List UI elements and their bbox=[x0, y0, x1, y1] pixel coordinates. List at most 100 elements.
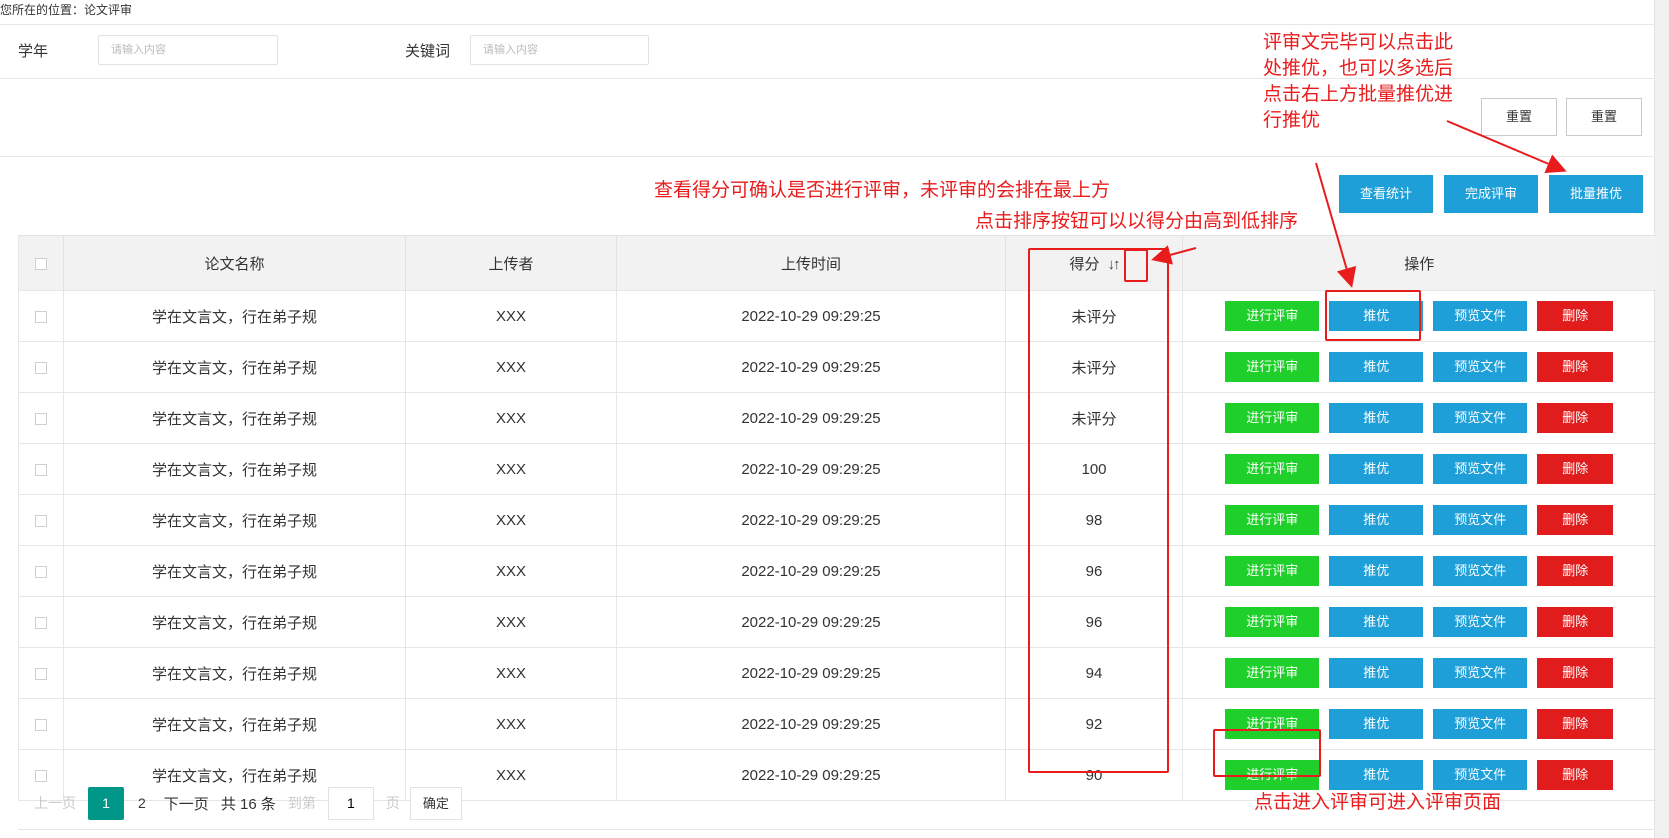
recommend-button[interactable]: 推优 bbox=[1329, 403, 1424, 433]
preview-file-button[interactable]: 预览文件 bbox=[1433, 709, 1528, 739]
row-checkbox[interactable] bbox=[35, 616, 47, 629]
recommend-button[interactable]: 推优 bbox=[1329, 658, 1424, 688]
delete-button[interactable]: 删除 bbox=[1537, 301, 1614, 331]
row-select-cell[interactable] bbox=[18, 647, 64, 699]
ops-cell: 进行评审 推优 预览文件 删除 bbox=[1182, 647, 1656, 699]
reset-button[interactable]: 重置 bbox=[1481, 98, 1557, 136]
goto-confirm-button[interactable]: 确定 bbox=[409, 786, 462, 820]
year-input[interactable] bbox=[98, 35, 278, 65]
batch-recommend-button[interactable]: 批量推优 bbox=[1549, 175, 1643, 213]
row-select-cell[interactable] bbox=[18, 290, 64, 342]
page-1-button[interactable]: 1 bbox=[88, 786, 124, 820]
breadcrumb: 您所在的位置：论文评审 bbox=[0, 0, 1669, 25]
row-select-cell[interactable] bbox=[18, 341, 64, 393]
uploader-cell: XXX bbox=[405, 341, 617, 393]
row-select-cell[interactable] bbox=[18, 443, 64, 495]
next-page-button[interactable]: 下一页 bbox=[164, 793, 209, 814]
table-row: 学在文言文，行在弟子规 XXX 2022-10-29 09:29:25 92 进行评审推… bbox=[18, 698, 1656, 750]
paper-name-cell: 学在文言文，行在弟子规 bbox=[63, 596, 406, 648]
header-time: 上传时间 bbox=[616, 235, 1006, 291]
paper-name-cell: 学在文言文，行在弟子规 bbox=[63, 494, 406, 546]
recommend-button[interactable]: 推优 bbox=[1329, 709, 1424, 739]
delete-button[interactable]: 删除 bbox=[1537, 505, 1614, 535]
total-count: 共 16 条 bbox=[220, 795, 276, 813]
review-button[interactable]: 进行评审 bbox=[1225, 301, 1320, 331]
preview-file-button[interactable]: 预览文件 bbox=[1433, 760, 1528, 790]
table-header: 论文名称 上传者 上传时间 得分 ↓↑ 操作 bbox=[18, 235, 1656, 291]
delete-button[interactable]: 删除 bbox=[1537, 607, 1614, 637]
row-checkbox[interactable] bbox=[35, 310, 47, 323]
recommend-button[interactable]: 推优 bbox=[1329, 556, 1424, 586]
recommend-button[interactable]: 推优 bbox=[1329, 505, 1424, 535]
ops-cell: 进行评审 推优 预览文件 删除 bbox=[1182, 341, 1656, 393]
preview-file-button[interactable]: 预览文件 bbox=[1433, 301, 1528, 331]
upload-time-cell: 2022-10-29 09:29:25 bbox=[616, 545, 1006, 597]
recommend-button[interactable]: 推优 bbox=[1329, 454, 1424, 484]
recommend-annotation: 评审文完毕可以点击此 处推优，也可以多选后 点击右上方批量推优进 行推优 bbox=[1263, 30, 1453, 134]
delete-button[interactable]: 删除 bbox=[1537, 658, 1614, 688]
ops-cell: 进行评审 推优 预览文件 删除 bbox=[1182, 443, 1656, 495]
review-button[interactable]: 进行评审 bbox=[1225, 556, 1320, 586]
recommend-button[interactable]: 推优 bbox=[1329, 352, 1424, 382]
upload-time-cell: 2022-10-29 09:29:25 bbox=[616, 698, 1006, 750]
select-all-checkbox[interactable] bbox=[35, 257, 47, 270]
review-button[interactable]: 进行评审 bbox=[1225, 352, 1320, 382]
goto-page-input[interactable] bbox=[327, 786, 374, 820]
recommend-annotation-line: 处推优，也可以多选后 bbox=[1263, 58, 1454, 79]
ops-cell: 进行评审 推优 预览文件 删除 bbox=[1182, 392, 1656, 444]
row-checkbox[interactable] bbox=[35, 565, 47, 578]
page-unit-label: 页 bbox=[385, 795, 400, 811]
vertical-scrollbar[interactable] bbox=[1654, 0, 1669, 838]
row-checkbox[interactable] bbox=[35, 769, 47, 782]
delete-button[interactable]: 删除 bbox=[1537, 709, 1614, 739]
select-all-cell[interactable] bbox=[18, 235, 64, 291]
preview-file-button[interactable]: 预览文件 bbox=[1433, 658, 1528, 688]
upload-time-cell: 2022-10-29 09:29:25 bbox=[616, 341, 1006, 393]
row-checkbox[interactable] bbox=[35, 412, 47, 425]
paper-name-cell: 学在文言文，行在弟子规 bbox=[63, 290, 406, 342]
preview-file-button[interactable]: 预览文件 bbox=[1433, 454, 1528, 484]
table-row: 学在文言文，行在弟子规 XXX 2022-10-29 09:29:25 96 进行评审推… bbox=[18, 596, 1656, 648]
row-checkbox[interactable] bbox=[35, 667, 47, 680]
row-select-cell[interactable] bbox=[18, 392, 64, 444]
recommend-button[interactable]: 推优 bbox=[1329, 760, 1424, 790]
upload-time-cell: 2022-10-29 09:29:25 bbox=[616, 647, 1006, 699]
uploader-cell: XXX bbox=[405, 443, 617, 495]
view-stats-button[interactable]: 查看统计 bbox=[1339, 175, 1433, 213]
review-button[interactable]: 进行评审 bbox=[1225, 607, 1320, 637]
review-button[interactable]: 进行评审 bbox=[1225, 658, 1320, 688]
delete-button[interactable]: 删除 bbox=[1537, 352, 1614, 382]
row-checkbox[interactable] bbox=[35, 718, 47, 731]
header-uploader: 上传者 bbox=[405, 235, 617, 291]
preview-file-button[interactable]: 预览文件 bbox=[1433, 607, 1528, 637]
preview-file-button[interactable]: 预览文件 bbox=[1433, 352, 1528, 382]
paper-name-cell: 学在文言文，行在弟子规 bbox=[63, 392, 406, 444]
delete-button[interactable]: 删除 bbox=[1537, 760, 1614, 790]
preview-file-button[interactable]: 预览文件 bbox=[1433, 403, 1528, 433]
prev-page-button[interactable]: 上一页 bbox=[34, 793, 76, 813]
review-button[interactable]: 进行评审 bbox=[1225, 454, 1320, 484]
paper-name-cell: 学在文言文，行在弟子规 bbox=[63, 647, 406, 699]
table-row: 学在文言文，行在弟子规 XXX 2022-10-29 09:29:25 98 进行评审推… bbox=[18, 494, 1656, 546]
complete-review-button[interactable]: 完成评审 bbox=[1444, 175, 1538, 213]
delete-button[interactable]: 删除 bbox=[1537, 403, 1614, 433]
row-select-cell[interactable] bbox=[18, 698, 64, 750]
delete-button[interactable]: 删除 bbox=[1537, 454, 1614, 484]
keyword-input[interactable] bbox=[470, 35, 649, 65]
page-2-button[interactable]: 2 bbox=[138, 795, 146, 811]
review-button[interactable]: 进行评审 bbox=[1225, 505, 1320, 535]
row-checkbox[interactable] bbox=[35, 361, 47, 374]
preview-file-button[interactable]: 预览文件 bbox=[1433, 505, 1528, 535]
row-select-cell[interactable] bbox=[18, 494, 64, 546]
table-row: 学在文言文，行在弟子规 XXX 2022-10-29 09:29:25 未评分 进行评审… bbox=[18, 392, 1656, 444]
delete-button[interactable]: 删除 bbox=[1537, 556, 1614, 586]
row-checkbox[interactable] bbox=[35, 463, 47, 476]
row-select-cell[interactable] bbox=[18, 596, 64, 648]
reset-button-2[interactable]: 重置 bbox=[1566, 98, 1642, 136]
row-checkbox[interactable] bbox=[35, 514, 47, 527]
recommend-button[interactable]: 推优 bbox=[1329, 607, 1424, 637]
preview-file-button[interactable]: 预览文件 bbox=[1433, 556, 1528, 586]
recommend-button-highlight bbox=[1325, 290, 1421, 341]
row-select-cell[interactable] bbox=[18, 545, 64, 597]
review-button[interactable]: 进行评审 bbox=[1225, 403, 1320, 433]
